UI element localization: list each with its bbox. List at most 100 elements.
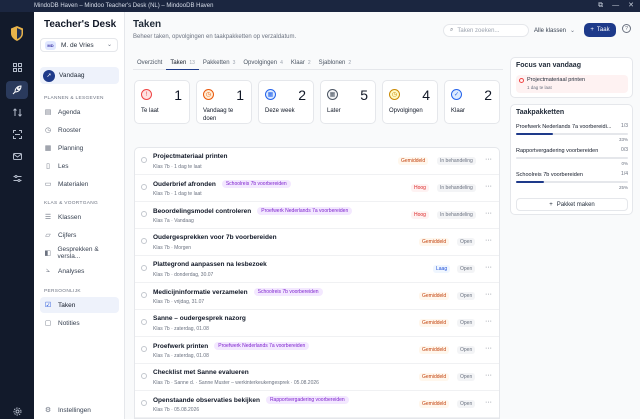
task-row[interactable]: Proefwerk printen Proefwerk Nederlands 7a… (135, 337, 499, 364)
user-selector[interactable]: MD M. de Vries ⌄ (40, 38, 118, 52)
stat-card[interactable]: ✓ 2 Klaar (444, 80, 500, 124)
clock-icon: ◷ (389, 89, 400, 100)
task-row[interactable]: Openstaande observaties bekijken Rapportv… (135, 391, 499, 418)
sidebar-item-klassen[interactable]: ☰ Klassen (40, 209, 119, 225)
task-row[interactable]: Plattegrond aanpassen na lesbezoek Klas 7… (135, 256, 499, 283)
sidebar-item-cijfers[interactable]: ▱ Cijfers (40, 227, 119, 243)
progress-bar (516, 157, 628, 159)
stat-card[interactable]: ◷ 1 Vandaag te doen (196, 80, 252, 124)
task-checkbox[interactable] (141, 373, 147, 379)
task-title: Plattegrond aanpassen na lesbezoek (153, 261, 267, 268)
avatar: MD (45, 40, 56, 50)
swap-icon[interactable] (11, 106, 23, 118)
package-tag[interactable]: Schoolreis 7b voorbereiden (221, 180, 291, 188)
package-count: 1/4 (621, 171, 628, 177)
more-icon[interactable]: ··· (485, 156, 492, 163)
sidebar-item-label: Rooster (58, 126, 81, 134)
priority-badge: Gemiddeld (419, 292, 450, 300)
restore-icon[interactable]: ⧉ (598, 2, 603, 10)
tab-label: Overzicht (137, 60, 163, 66)
sidebar-item-analyses[interactable]: ⦣ Analyses (40, 263, 119, 279)
tab-count: 3 (232, 60, 236, 66)
tab-taken[interactable]: Taken 13 (166, 56, 199, 70)
grid-icon[interactable] (11, 61, 23, 73)
more-icon[interactable]: ··· (485, 210, 492, 217)
package-tag[interactable]: Proefwerk Nederlands 7a voorbereiden (257, 207, 353, 215)
sidebar-item-taken[interactable]: ☑ Taken (40, 297, 119, 313)
task-checkbox[interactable] (141, 265, 147, 271)
package-item[interactable]: Rapportvergadering voorbereiden 0/3 0% (516, 147, 628, 166)
package-item[interactable]: Schoolreis 7b voorbereiden 1/4 25% (516, 171, 628, 190)
more-icon[interactable]: ··· (485, 372, 492, 379)
task-checkbox[interactable] (141, 238, 147, 244)
close-icon[interactable]: ✕ (628, 2, 634, 10)
more-icon[interactable]: ··· (485, 318, 492, 325)
task-checkbox[interactable] (141, 319, 147, 325)
mail-icon[interactable] (11, 150, 23, 162)
sidebar-item-planning[interactable]: ▦ Planning (40, 140, 119, 156)
more-icon[interactable]: ··· (485, 237, 492, 244)
more-icon[interactable]: ··· (485, 345, 492, 352)
tab-pakketten[interactable]: Pakketten 3 (199, 56, 239, 70)
task-row[interactable]: Projectmateriaal printen Klas 7b · 1 dag … (135, 148, 499, 175)
minimize-icon[interactable]: — (612, 2, 619, 10)
task-row[interactable]: Sanne – oudergesprek nazorg Klas 7b · zat… (135, 310, 499, 337)
packages-title: Taakpakketten (516, 109, 565, 116)
package-tag[interactable]: Proefwerk Nederlands 7a voorbereiden (214, 342, 310, 350)
task-row[interactable]: Checklist met Sanne evalueren Klas 7b · S… (135, 364, 499, 391)
new-task-label: Taak (596, 27, 610, 33)
section-title: PERSOONLIJK (44, 289, 81, 294)
search-input[interactable]: ⌕ Taken zoeken... (443, 24, 529, 37)
help-icon[interactable]: ? (622, 24, 631, 33)
task-title: Oudergesprekken voor 7b voorbereiden (153, 234, 277, 241)
stat-card[interactable]: ! 1 Te laat (134, 80, 190, 124)
settings-icon[interactable] (11, 405, 23, 417)
class-select[interactable]: Alle klassen ⌄ (534, 24, 579, 37)
rocket-icon[interactable] (6, 81, 28, 99)
users-icon: ☰ (44, 214, 52, 221)
clock-icon: ◷ (44, 127, 52, 134)
more-icon[interactable]: ··· (485, 264, 492, 271)
status-badge: In behandeling (437, 157, 476, 165)
progress-fill (516, 133, 553, 135)
task-row[interactable]: Oudergesprekken voor 7b voorbereiden Klas… (135, 229, 499, 256)
create-package-button[interactable]: + Pakket maken (516, 198, 628, 211)
package-tag[interactable]: Rapportvergadering voorbereiden (265, 396, 349, 404)
sidebar-item-gesprekken[interactable]: ◧ Gesprekken & versla... (40, 245, 119, 261)
sidebar-item-les[interactable]: ▯ Les (40, 158, 119, 174)
scan-icon[interactable] (11, 128, 23, 140)
focus-item[interactable]: Projectmateriaal printen 1 dag te laat (516, 75, 628, 93)
tab-overzicht[interactable]: Overzicht (133, 56, 166, 70)
sidebar-item-rooster[interactable]: ◷ Rooster (40, 122, 119, 138)
more-icon[interactable]: ··· (485, 399, 492, 406)
sliders-icon[interactable] (11, 172, 23, 184)
stat-card[interactable]: ◷ 4 Opvolgingen (382, 80, 438, 124)
sidebar-item-agenda[interactable]: ▤ Agenda (40, 104, 119, 120)
stat-card[interactable]: ▦ 2 Deze week (258, 80, 314, 124)
section-title: PLANNEN & LESGEVEN (44, 96, 104, 101)
package-item[interactable]: Proefwerk Nederlands 7a voorbereidi... 1/… (516, 123, 628, 142)
tab-klaar[interactable]: Klaar 2 (287, 56, 315, 70)
task-row[interactable]: Beoordelingsmodel controleren Proefwerk N… (135, 202, 499, 229)
stat-card[interactable]: ▦ 5 Later (320, 80, 376, 124)
status-badge: Open (457, 319, 476, 327)
sidebar-item-materialen[interactable]: ▭ Materialen (40, 176, 119, 192)
task-row[interactable]: Medicijninformatie verzamelen Schoolreis … (135, 283, 499, 310)
task-checkbox[interactable] (141, 400, 147, 406)
status-badge: Open (457, 373, 476, 381)
sidebar-item-notities[interactable]: ▢ Notities (40, 315, 119, 331)
more-icon[interactable]: ··· (485, 291, 492, 298)
task-checkbox[interactable] (141, 211, 147, 217)
tab-sjablonen[interactable]: Sjablonen 2 (315, 56, 355, 70)
task-checkbox[interactable] (141, 157, 147, 163)
task-checkbox[interactable] (141, 346, 147, 352)
more-icon[interactable]: ··· (485, 183, 492, 190)
task-row[interactable]: Ouderbrief afronden Schoolreis 7b voorber… (135, 175, 499, 202)
task-checkbox[interactable] (141, 184, 147, 190)
package-tag[interactable]: Schoolreis 7b voorbereiden (253, 288, 323, 296)
task-checkbox[interactable] (141, 292, 147, 298)
sidebar-item-instellingen[interactable]: ⚙ Instellingen (40, 402, 119, 418)
sidebar-item-today[interactable]: ➚ Vandaag (40, 67, 119, 84)
tab-opvolgingen[interactable]: Opvolgingen 4 (239, 56, 286, 70)
new-task-button[interactable]: + Taak (584, 23, 616, 37)
